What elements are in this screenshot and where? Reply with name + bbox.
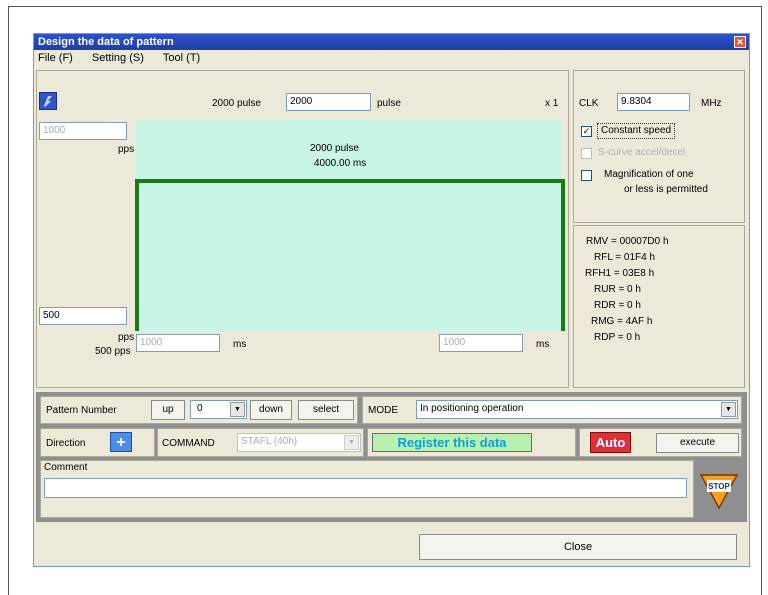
register-rmg: RMG = 4AF h xyxy=(591,316,653,327)
s-curve-checkbox xyxy=(581,148,592,159)
command-value: STAFL (40h) xyxy=(241,436,298,447)
pattern-down-button[interactable]: down xyxy=(250,400,292,420)
mode-value: In positioning operation xyxy=(420,403,524,414)
constant-speed-checkbox[interactable]: ✓ xyxy=(581,126,592,137)
comment-input[interactable] xyxy=(44,478,687,498)
graph-type-icon[interactable] xyxy=(39,92,57,110)
pulse-suffix-label: pulse xyxy=(377,98,401,109)
top-speed-input: 1000 xyxy=(39,122,127,140)
mode-label: MODE xyxy=(368,405,398,416)
pulse-input[interactable]: 2000 xyxy=(286,93,371,111)
bottom-speed-caption: 500 pps xyxy=(95,346,131,357)
stop-button-label: STOP xyxy=(708,482,730,491)
pulse-prefix-label: 2000 pulse xyxy=(212,98,261,109)
title-bar: Design the data of pattern ✕ xyxy=(34,34,749,50)
command-select: STAFL (40h) ▼ xyxy=(237,433,361,452)
accel-time-input: 1000 xyxy=(136,334,220,352)
decel-time-input: 1000 xyxy=(439,334,523,352)
pattern-up-button[interactable]: up xyxy=(151,400,185,420)
stop-button[interactable]: STOP xyxy=(698,472,740,512)
pattern-number-value: 0 xyxy=(197,403,203,414)
clk-label: CLK xyxy=(579,98,599,109)
close-button[interactable]: Close xyxy=(419,534,737,560)
clk-input[interactable]: 9.8304 xyxy=(617,93,690,111)
auto-button[interactable]: Auto xyxy=(590,432,631,453)
register-data-button[interactable]: Register this data xyxy=(372,433,532,452)
direction-label: Direction xyxy=(46,438,86,449)
menu-setting[interactable]: Setting (S) xyxy=(92,52,144,64)
chevron-down-icon[interactable]: ▼ xyxy=(721,402,736,417)
magnification-label-2: or less is permitted xyxy=(624,184,708,195)
s-curve-label: S-curve accel/decel xyxy=(598,147,686,158)
graph-pulse-label: 2000 pulse xyxy=(310,143,359,154)
pattern-number-label: Pattern Number xyxy=(46,405,117,416)
register-rfl: RFL = 01F4 h xyxy=(594,252,656,263)
pattern-number-select[interactable]: 0 ▼ xyxy=(190,400,247,419)
menu-tool[interactable]: Tool (T) xyxy=(163,52,200,64)
dialog-window: Design the data of pattern ✕ File (F) Se… xyxy=(33,33,750,567)
register-rur: RUR = 0 h xyxy=(594,284,641,295)
magnification-checkbox[interactable] xyxy=(581,170,592,181)
constant-speed-label: Constant speed xyxy=(597,123,676,139)
window-title: Design the data of pattern xyxy=(38,36,174,48)
pattern-select-button[interactable]: select xyxy=(298,400,354,420)
comment-label: Comment xyxy=(44,462,88,473)
direction-plus-button[interactable]: + xyxy=(110,432,132,452)
close-window-button[interactable]: ✕ xyxy=(734,36,746,48)
top-speed-unit: pps xyxy=(118,144,135,155)
multiplier-label: x 1 xyxy=(545,98,559,109)
execute-button[interactable]: execute xyxy=(656,433,739,453)
magnification-label-1: Magnification of one xyxy=(604,169,694,180)
speed-profile-line xyxy=(135,179,565,331)
mode-select[interactable]: In positioning operation ▼ xyxy=(416,400,738,419)
register-rdp: RDP = 0 h xyxy=(594,332,641,343)
accel-time-unit: ms xyxy=(233,339,247,350)
chevron-down-icon: ▼ xyxy=(344,435,359,450)
decel-time-unit: ms xyxy=(536,339,550,350)
chevron-down-icon[interactable]: ▼ xyxy=(230,402,245,417)
register-rmv: RMV = 00007D0 h xyxy=(586,236,669,247)
graph-time-label: 4000.00 ms xyxy=(314,158,367,169)
register-rfh1: RFH1 = 03E8 h xyxy=(585,268,655,279)
bottom-speed-unit: pps xyxy=(118,332,135,343)
command-label: COMMAND xyxy=(162,438,215,449)
menu-file[interactable]: File (F) xyxy=(38,52,73,64)
menu-bar: File (F) Setting (S) Tool (T) xyxy=(34,50,749,67)
bottom-speed-input[interactable]: 500 xyxy=(39,307,127,325)
clk-unit: MHz xyxy=(701,98,722,109)
register-rdr: RDR = 0 h xyxy=(594,300,641,311)
